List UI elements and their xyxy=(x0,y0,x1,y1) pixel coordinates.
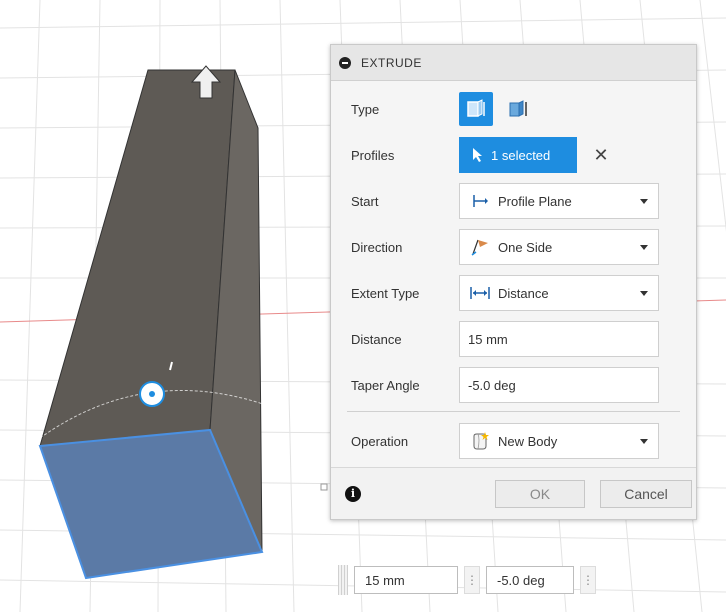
distance-arrows-icon xyxy=(468,283,492,303)
hud-distance-value: 15 mm xyxy=(365,572,405,588)
start-value: Profile Plane xyxy=(498,193,572,209)
profiles-select-button[interactable]: 1 selected xyxy=(459,137,577,173)
cancel-button[interactable]: Cancel xyxy=(600,480,692,508)
operation-label: Operation xyxy=(351,433,409,449)
profiles-selected-count: 1 selected xyxy=(491,147,551,163)
chevron-down-icon xyxy=(640,199,648,204)
manipulator-handle[interactable] xyxy=(320,483,328,491)
type-row: Type xyxy=(331,89,696,129)
operation-dropdown[interactable]: New Body xyxy=(459,423,659,459)
chevron-down-icon xyxy=(640,291,648,296)
profiles-row: Profiles 1 selected ✕ xyxy=(331,135,696,175)
extent-type-value: Distance xyxy=(498,285,549,301)
dialog-footer: i OK Cancel xyxy=(331,467,696,519)
new-body-icon xyxy=(468,431,492,451)
extruded-body[interactable] xyxy=(38,65,281,580)
more-options-icon[interactable]: ⋮ xyxy=(464,566,480,594)
hud-angle-value: -5.0 deg xyxy=(497,572,545,588)
extrude-dialog: EXTRUDE Type Profiles 1 selected ✕ Start… xyxy=(330,44,697,520)
taper-angle-handle-dot xyxy=(149,391,155,397)
start-dropdown[interactable]: Profile Plane xyxy=(459,183,659,219)
extent-type-row: Extent Type Distance xyxy=(331,273,696,313)
close-icon[interactable]: ✕ xyxy=(591,145,611,166)
extrude-thin-icon xyxy=(509,100,527,117)
start-row: Start Profile Plane xyxy=(331,181,696,221)
heads-up-inputs: 15 mm ⋮ -5.0 deg ⋮ xyxy=(338,563,602,597)
dialog-title: EXTRUDE xyxy=(361,55,422,70)
ok-button[interactable]: OK xyxy=(495,480,585,508)
cursor-arrow-icon xyxy=(473,148,482,162)
start-label: Start xyxy=(351,193,379,209)
taper-angle-row: Taper Angle xyxy=(331,365,696,405)
extrude-thin-button[interactable] xyxy=(501,92,535,126)
operation-value: New Body xyxy=(498,433,558,449)
operation-row: Operation New Body xyxy=(331,421,696,461)
taper-angle-input[interactable] xyxy=(459,367,659,403)
distance-row: Distance xyxy=(331,319,696,359)
hud-angle-input[interactable]: -5.0 deg xyxy=(486,566,574,594)
more-options-icon[interactable]: ⋮ xyxy=(580,566,596,594)
extrude-solid-button[interactable] xyxy=(459,92,493,126)
type-label: Type xyxy=(351,101,380,117)
extent-type-dropdown[interactable]: Distance xyxy=(459,275,659,311)
profile-plane-icon xyxy=(468,191,492,211)
one-side-flag-icon xyxy=(468,237,492,257)
chevron-down-icon xyxy=(640,245,648,250)
dialog-header[interactable]: EXTRUDE xyxy=(331,45,696,81)
profiles-label: Profiles xyxy=(351,147,395,163)
extent-type-label: Extent Type xyxy=(351,285,420,301)
section-divider xyxy=(347,411,680,412)
direction-label: Direction xyxy=(351,239,403,255)
direction-row: Direction One Side xyxy=(331,227,696,267)
direction-value: One Side xyxy=(498,239,553,255)
body-front-face xyxy=(39,69,236,447)
hud-distance-input[interactable]: 15 mm xyxy=(354,566,458,594)
distance-input[interactable] xyxy=(459,321,659,357)
drag-grip-icon[interactable] xyxy=(338,565,348,595)
info-icon[interactable]: i xyxy=(345,486,361,502)
chevron-down-icon xyxy=(640,439,648,444)
extrude-solid-icon xyxy=(467,99,485,117)
taper-angle-label: Taper Angle xyxy=(351,377,420,393)
direction-dropdown[interactable]: One Side xyxy=(459,229,659,265)
distance-label: Distance xyxy=(351,331,402,347)
collapse-icon[interactable] xyxy=(339,56,351,69)
